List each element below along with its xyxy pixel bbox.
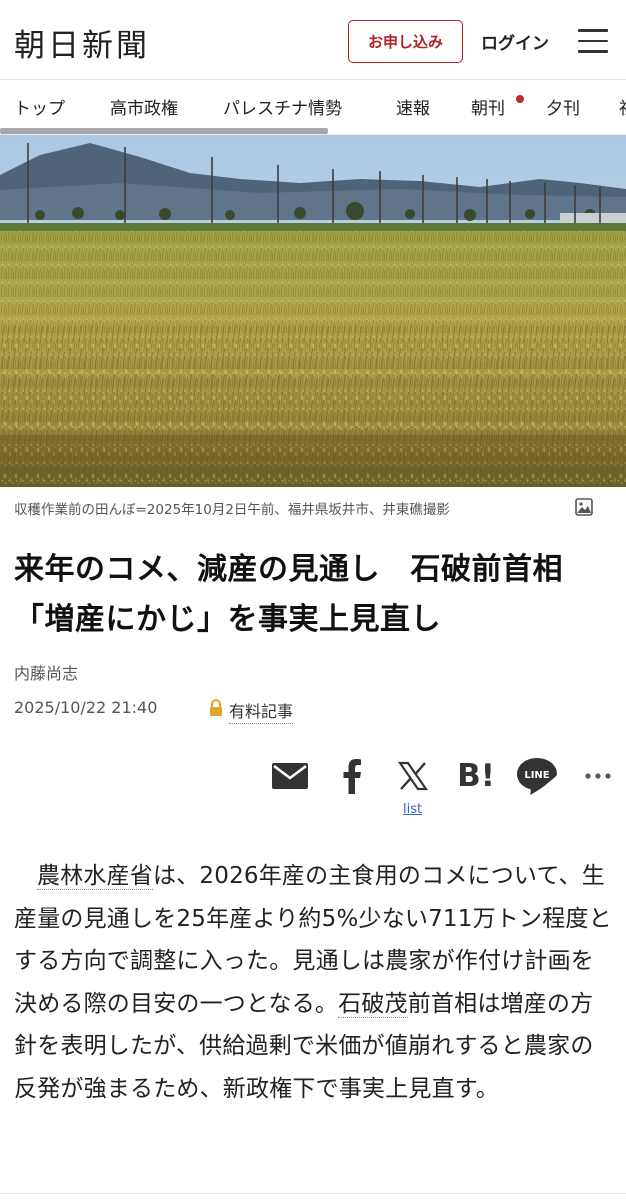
article-date: 2025/10/22 21:40	[14, 698, 158, 717]
nav-item-top[interactable]: トップ	[14, 94, 65, 119]
article-body: 農林水産省は、2026年産の主食用のコメについて、生産量の見通しを25年産より約…	[14, 855, 614, 1110]
facebook-icon[interactable]	[336, 756, 368, 796]
nav-item-breaking[interactable]: 速報	[396, 94, 430, 119]
hero-photo[interactable]	[0, 135, 626, 487]
mail-icon[interactable]	[270, 756, 310, 796]
nav-item-evening[interactable]: 夕刊	[546, 94, 580, 119]
login-link[interactable]: ログイン	[481, 29, 549, 54]
article-author[interactable]: 内藤尚志	[14, 660, 78, 684]
site-header: 朝日新聞 お申し込み ログイン	[0, 0, 626, 80]
paid-article-badge[interactable]: 有料記事	[229, 698, 294, 724]
nav-scrollbar[interactable]	[0, 128, 328, 134]
divider	[0, 1193, 626, 1194]
category-nav: トップ 高市政権 パレスチナ情勢 速報 朝刊 夕刊 社	[0, 80, 626, 135]
article-title: 来年のコメ、減産の見通し 石破前首相「増産にかじ」を事実上見直し	[14, 552, 563, 637]
line-icon[interactable]: LINE	[516, 756, 558, 796]
gallery-icon[interactable]	[574, 497, 594, 517]
signup-button[interactable]: お申し込み	[348, 20, 463, 63]
more-icon[interactable]	[582, 756, 614, 796]
nav-item-morning[interactable]: 朝刊	[471, 94, 505, 119]
hatena-bookmark-icon[interactable]: B!	[455, 756, 497, 796]
line-label: LINE	[524, 770, 549, 781]
new-badge	[516, 95, 524, 103]
list-link[interactable]: list	[403, 802, 422, 817]
nav-item-takaichi[interactable]: 高市政権	[110, 94, 178, 119]
site-logo[interactable]: 朝日新聞	[14, 20, 150, 65]
body-link-maff[interactable]: 農林水産省	[37, 863, 153, 890]
photo-caption: 収穫作業前の田んぼ=2025年10月2日午前、福井県坂井市、井東礁撮影	[14, 502, 450, 518]
nav-item-palestine[interactable]: パレスチナ情勢	[223, 94, 342, 119]
x-icon[interactable]	[396, 756, 430, 796]
hamburger-menu-icon[interactable]	[578, 29, 608, 53]
nav-item-society[interactable]: 社	[619, 94, 626, 119]
body-link-ishiba[interactable]: 石破茂	[338, 990, 408, 1018]
lock-icon	[207, 698, 225, 718]
